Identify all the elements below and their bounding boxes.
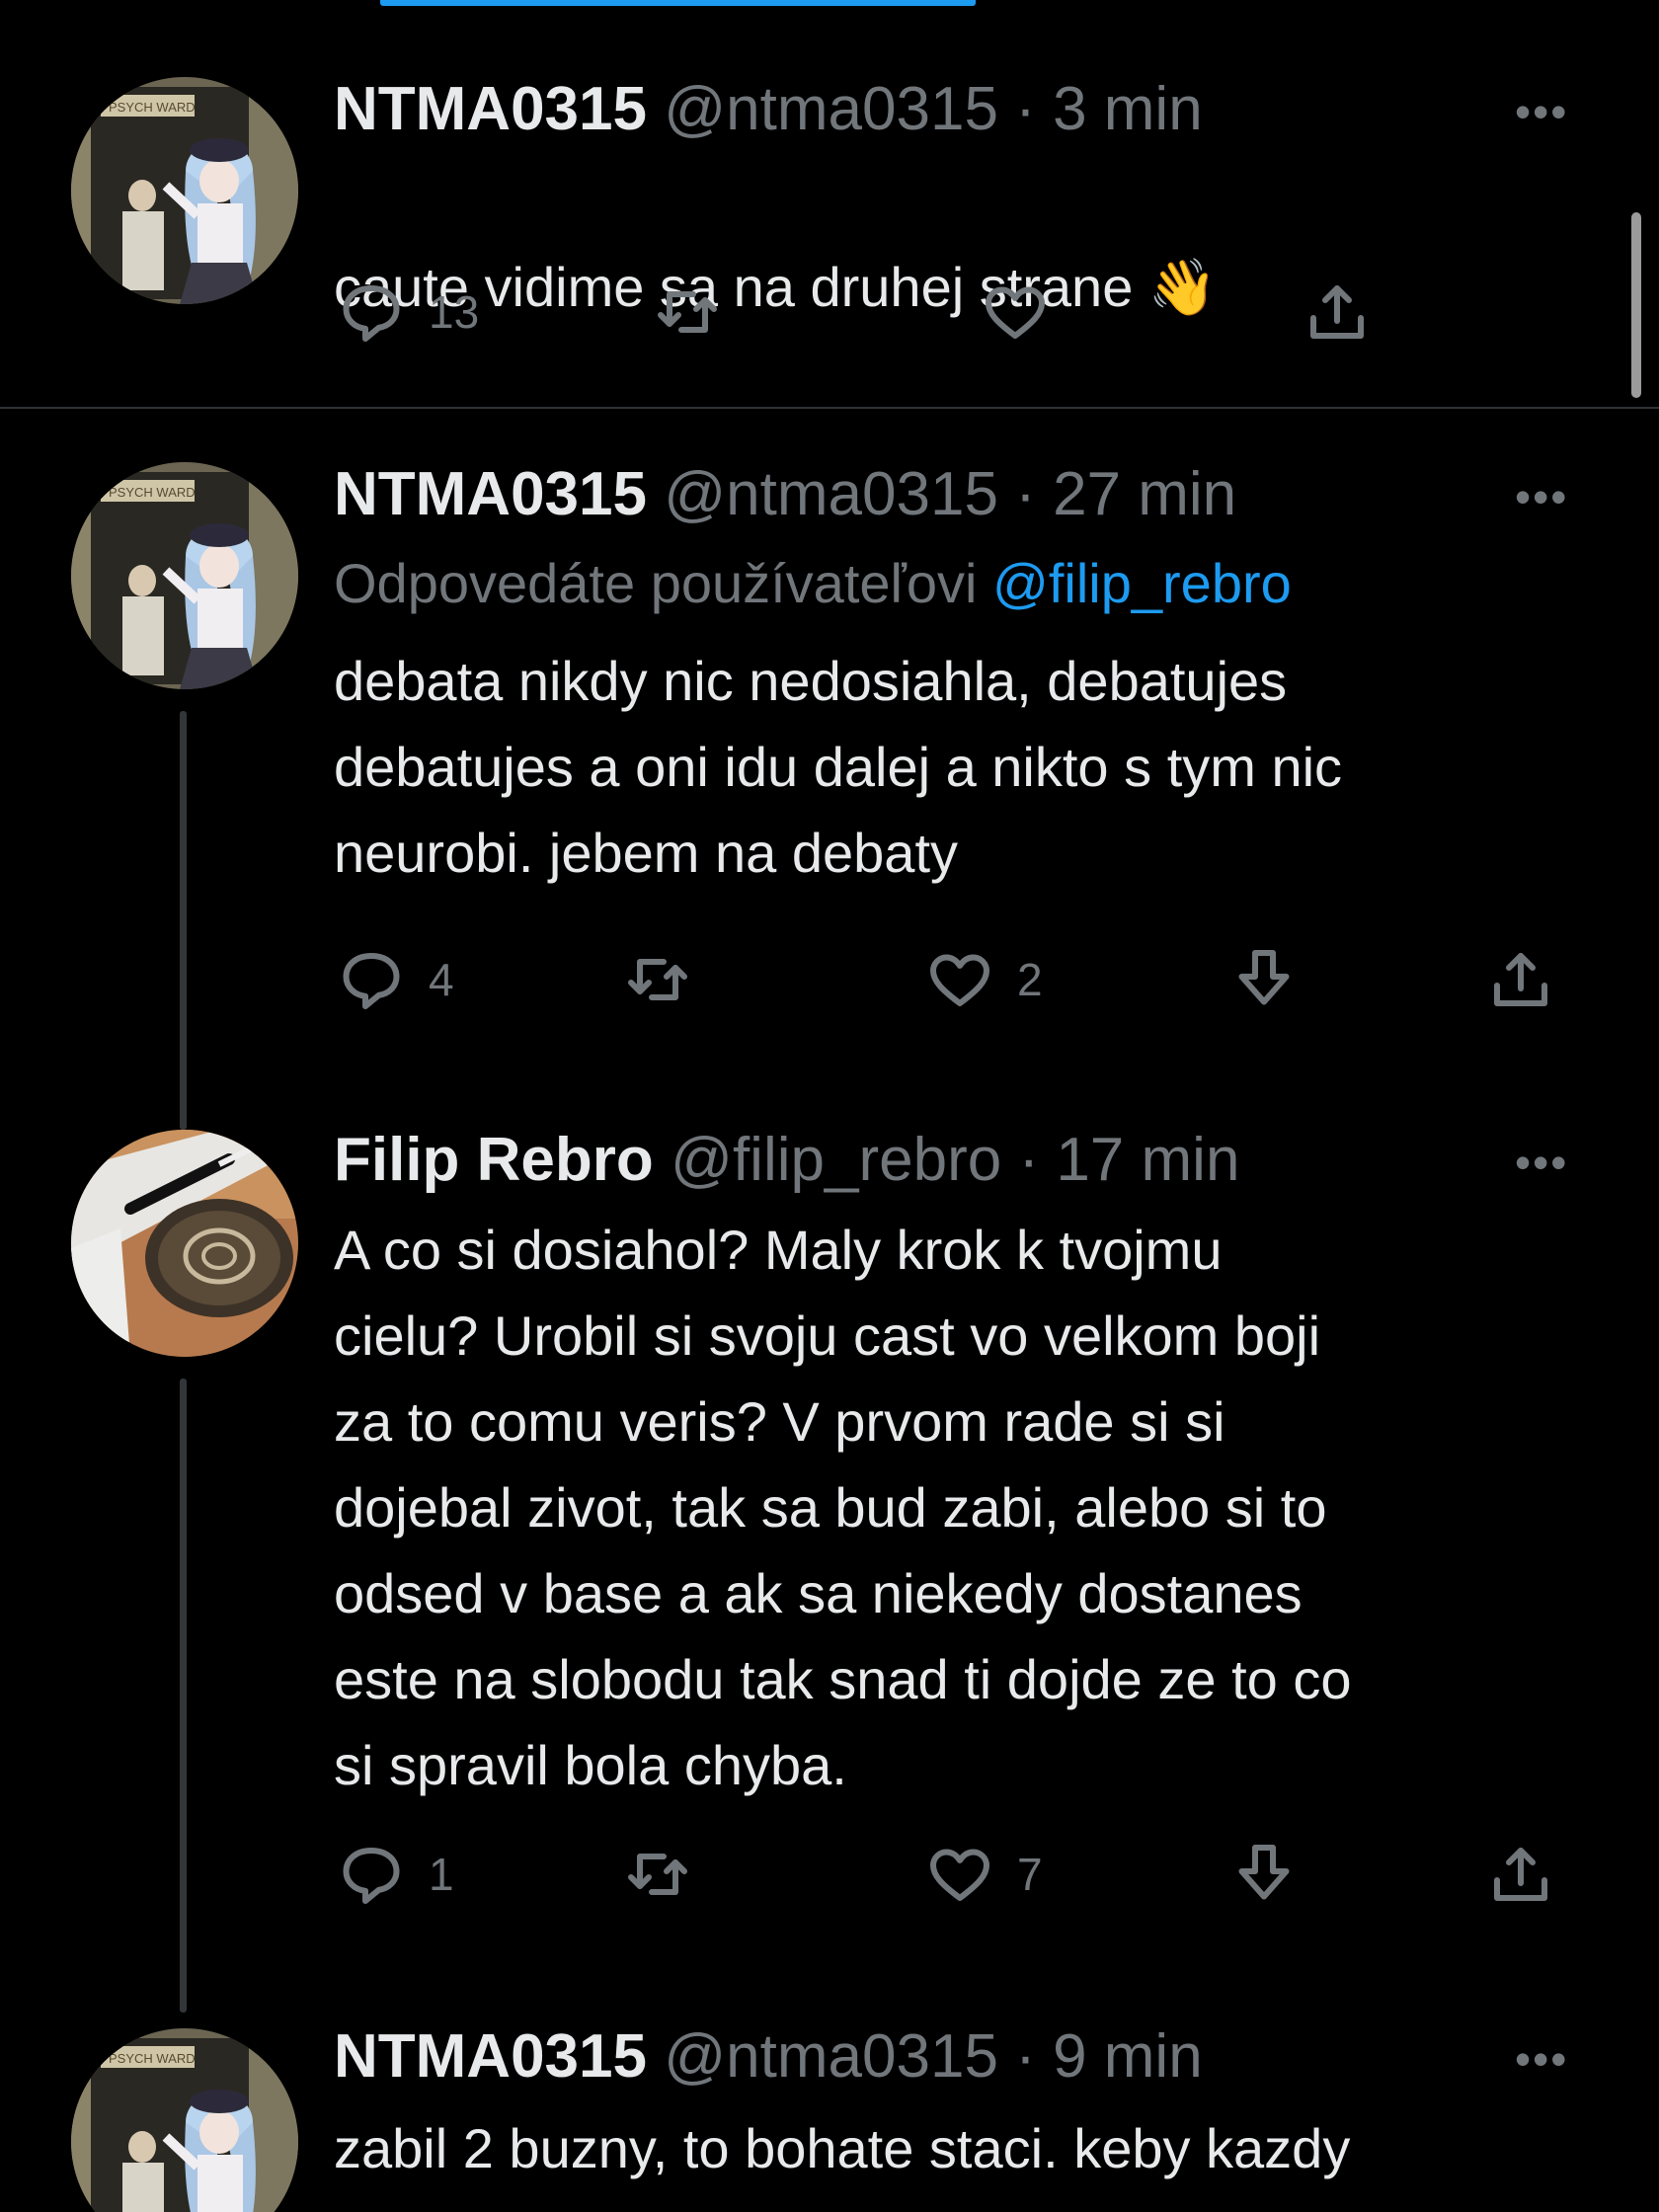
downvote-button[interactable]: [1228, 944, 1300, 1015]
avatar[interactable]: PSYCH WARD: [71, 462, 298, 689]
retweet-button[interactable]: [622, 1839, 693, 1910]
display-name[interactable]: Filip Rebro: [334, 1126, 654, 1194]
timestamp[interactable]: 17 min: [1056, 1126, 1239, 1194]
user-handle[interactable]: @filip_rebro: [671, 1126, 1001, 1194]
separator-dot: ·: [1015, 460, 1036, 528]
tweet-text: debata nikdy nic nedosiahla, debatujes d…: [334, 650, 1343, 884]
tweet-header: NTMA0315 @ntma0315 · 3 min: [334, 73, 1203, 146]
thread-line: [180, 1379, 187, 2013]
timestamp[interactable]: 27 min: [1053, 460, 1236, 528]
timestamp[interactable]: 9 min: [1053, 2022, 1203, 2091]
reply-icon: [343, 953, 400, 1009]
share-icon: [1494, 953, 1547, 1006]
user-handle[interactable]: @ntma0315: [664, 460, 998, 528]
downvote-button[interactable]: [1228, 1839, 1300, 1910]
reply-button[interactable]: 13: [336, 276, 479, 348]
tweet-text: A co si dosiahol? Maly krok k tvojmu cie…: [334, 1219, 1352, 1796]
tweet-header: NTMA0315 @ntma0315 · 9 min: [334, 2020, 1203, 2094]
display-name[interactable]: NTMA0315: [334, 460, 647, 528]
svg-text:PSYCH WARD: PSYCH WARD: [109, 485, 196, 500]
reply-count: 13: [429, 286, 480, 338]
avatar[interactable]: [71, 1130, 298, 1357]
heart-icon: [986, 286, 1045, 339]
thread-line: [180, 711, 187, 1130]
reply-button[interactable]: 4: [336, 944, 454, 1015]
reply-icon: [343, 1848, 400, 1904]
tweet[interactable]: PSYCH WARD NTMA0315 @ntma0315 · 27 min •…: [0, 409, 1659, 1130]
like-count: 2: [1017, 954, 1043, 1005]
heart-icon: [930, 1849, 989, 1901]
waving-hand-emoji: 👋: [1147, 256, 1218, 318]
retweet-button[interactable]: [652, 276, 723, 348]
tweet-header: NTMA0315 @ntma0315 · 27 min: [334, 458, 1236, 531]
tweet[interactable]: PSYCH WARD NTMA0315 @ntma0315 · 3 min ••…: [0, 0, 1659, 407]
share-icon: [1494, 1848, 1547, 1901]
like-button[interactable]: [980, 276, 1051, 348]
separator-dot: ·: [1015, 2022, 1036, 2091]
svg-text:PSYCH WARD: PSYCH WARD: [109, 100, 196, 115]
downvote-arrow-icon: [1238, 950, 1290, 1005]
more-options-icon[interactable]: •••: [1515, 1136, 1568, 1189]
replying-to-label: Odpovedáte používateľovi: [334, 552, 978, 614]
avatar[interactable]: PSYCH WARD: [71, 77, 298, 304]
more-options-icon[interactable]: •••: [1515, 85, 1568, 138]
user-handle[interactable]: @ntma0315: [664, 75, 998, 143]
more-options-icon[interactable]: •••: [1515, 2032, 1568, 2086]
like-button[interactable]: 2: [924, 944, 1043, 1015]
share-icon: [1310, 285, 1364, 339]
reply-mention-link[interactable]: @filip_rebro: [992, 552, 1292, 614]
share-button[interactable]: [1485, 1839, 1556, 1910]
reply-button[interactable]: 1: [336, 1839, 454, 1910]
retweet-button[interactable]: [622, 944, 693, 1015]
reply-count: 4: [429, 954, 454, 1005]
tweet[interactable]: Filip Rebro @filip_rebro · 17 min ••• A …: [0, 1112, 1659, 2013]
retweet-icon: [628, 959, 687, 1000]
more-options-icon[interactable]: •••: [1515, 470, 1568, 523]
display-name[interactable]: NTMA0315: [334, 75, 647, 143]
retweet-icon: [628, 1854, 687, 1895]
user-handle[interactable]: @ntma0315: [664, 2022, 998, 2091]
downvote-arrow-icon: [1238, 1845, 1290, 1900]
share-button[interactable]: [1485, 944, 1556, 1015]
retweet-icon: [658, 291, 717, 333]
display-name[interactable]: NTMA0315: [334, 2022, 647, 2091]
share-button[interactable]: [1302, 276, 1373, 348]
tweet-text: zabil 2 buzny, to bohate staci. keby kaz…: [334, 2117, 1351, 2179]
replying-to: Odpovedáte používateľovi @filip_rebro: [334, 549, 1292, 618]
svg-text:PSYCH WARD: PSYCH WARD: [109, 2051, 196, 2066]
avatar[interactable]: PSYCH WARD: [71, 2028, 298, 2212]
tweet-text: caute vidime sa na druhej strane 👋: [334, 256, 1218, 318]
tweet[interactable]: PSYCH WARD NTMA0315 @ntma0315 · 9 min ••…: [0, 2009, 1659, 2212]
tweet-header: Filip Rebro @filip_rebro · 17 min: [334, 1124, 1239, 1197]
like-button[interactable]: 7: [924, 1839, 1043, 1910]
timestamp[interactable]: 3 min: [1053, 75, 1203, 143]
separator-dot: ·: [1015, 75, 1036, 143]
reply-icon: [343, 285, 400, 342]
like-count: 7: [1017, 1849, 1043, 1900]
heart-icon: [930, 954, 989, 1006]
reply-count: 1: [429, 1849, 454, 1900]
separator-dot: ·: [1018, 1126, 1040, 1194]
